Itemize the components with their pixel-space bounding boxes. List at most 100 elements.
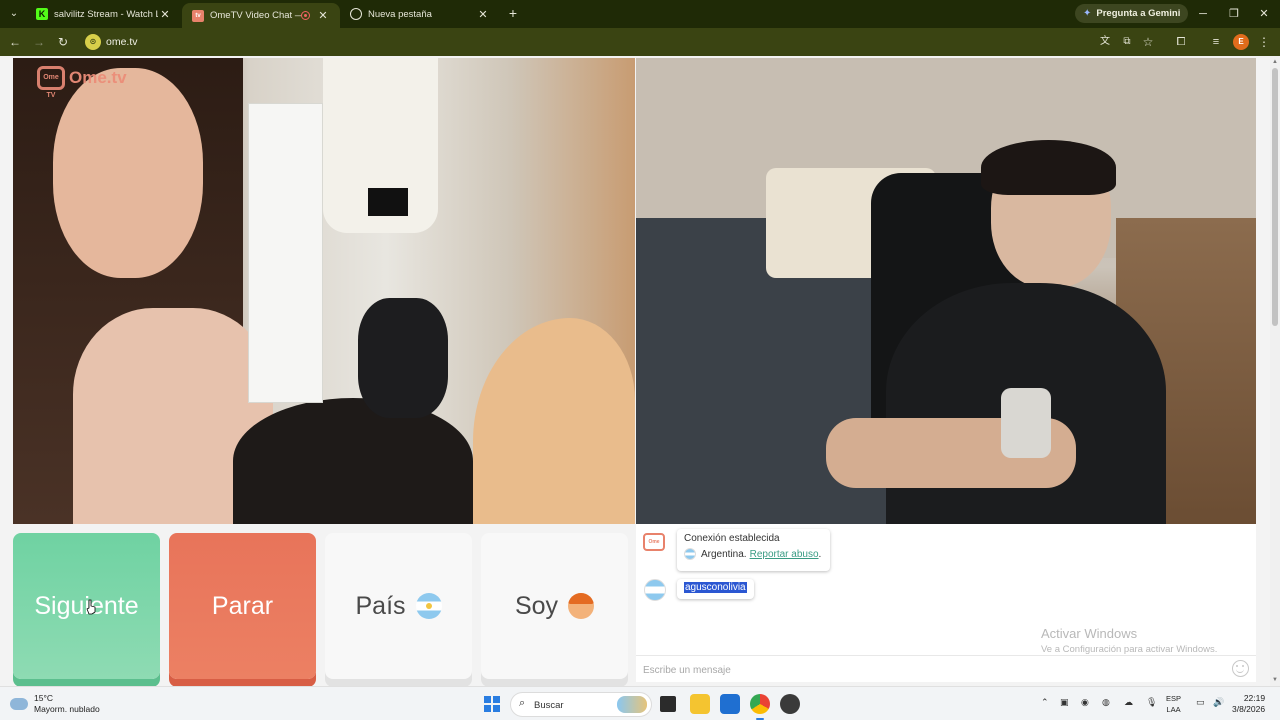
video-figure bbox=[981, 140, 1116, 195]
ometv-chat-icon: Ome bbox=[643, 533, 665, 551]
tab-salvilitz[interactable]: K salvilitz Stream - Watch Live on ✕ bbox=[26, 0, 182, 28]
new-tab-button[interactable]: + bbox=[504, 4, 522, 22]
task-view-icon[interactable] bbox=[660, 696, 676, 712]
windows-taskbar: 15°C Mayorm. nublado ⌕ Buscar ⌃ ▣ ◉ ◍ ☁ … bbox=[0, 686, 1280, 720]
windows-start-icon[interactable] bbox=[484, 696, 500, 712]
cloudy-weather-icon bbox=[10, 698, 28, 710]
report-suffix: . bbox=[818, 548, 822, 560]
weather-widget[interactable]: 15°C Mayorm. nublado bbox=[10, 693, 100, 715]
gemini-label: Pregunta a Gemini bbox=[1096, 8, 1181, 19]
close-tab-icon[interactable]: ✕ bbox=[476, 8, 490, 21]
pais-button[interactable]: País bbox=[325, 533, 472, 679]
tab-title: OmeTV Video Chat — Ome bbox=[210, 10, 301, 21]
clock-time: 22:19 bbox=[1243, 693, 1266, 703]
extensions-icon[interactable]: ⧠ bbox=[1173, 34, 1189, 50]
tab-search-icon[interactable]: ⌄ bbox=[6, 6, 22, 22]
video-figure bbox=[368, 188, 408, 216]
back-arrow-icon[interactable]: ← bbox=[7, 34, 23, 50]
profile-avatar[interactable]: E bbox=[1233, 34, 1249, 50]
chrome-icon[interactable] bbox=[750, 694, 770, 720]
parar-label: Parar bbox=[211, 591, 274, 620]
menu-kebab-icon[interactable]: ⋮ bbox=[1256, 34, 1272, 50]
tab-nueva-pestana[interactable]: Nueva pestaña ✕ bbox=[340, 0, 500, 28]
video-figure bbox=[358, 298, 448, 418]
tab-ometv[interactable]: tv OmeTV Video Chat — Ome ✕ bbox=[182, 3, 340, 28]
emoji-smiley-icon[interactable] bbox=[1232, 660, 1249, 677]
address-bar[interactable]: ome.tv bbox=[106, 36, 138, 48]
browser-tab-strip: ⌄ K salvilitz Stream - Watch Live on ✕ t… bbox=[0, 0, 1280, 28]
country-line: Argentina. Reportar abuso. bbox=[684, 548, 823, 560]
browser-toolbar: ← → ↻ ⊙ ome.tv 文 ⧉ ☆ ⧠ ≡ E ⋮ bbox=[0, 28, 1280, 56]
soy-button[interactable]: Soy bbox=[481, 533, 628, 679]
recording-indicator-icon bbox=[301, 11, 310, 20]
gemini-sparkle-icon: ✦ bbox=[1083, 8, 1092, 19]
ometv-page: Ome TV Ome.tv Siguiente Parar País Soy O… bbox=[0, 56, 1270, 686]
restore-button[interactable]: ❐ bbox=[1218, 0, 1250, 28]
close-window-button[interactable]: ✕ bbox=[1248, 0, 1280, 28]
watermark-title: Activar Windows bbox=[1041, 626, 1138, 641]
reload-icon[interactable]: ↻ bbox=[55, 34, 71, 50]
logo-text: Ome.tv bbox=[69, 68, 127, 87]
weather-desc: Mayorm. nublado bbox=[34, 704, 100, 714]
user-message-text: agusconolivia bbox=[684, 582, 747, 593]
install-app-icon[interactable]: ⧉ bbox=[1119, 34, 1135, 50]
site-info-icon[interactable]: ⊙ bbox=[85, 34, 101, 50]
chat-panel: Ome Conexión establecida Argentina. Repo… bbox=[636, 524, 1256, 682]
report-abuse-link[interactable]: Reportar abuso bbox=[750, 549, 819, 560]
microphone-icon[interactable]: 🎙 bbox=[1146, 697, 1157, 708]
taskbar-search[interactable]: ⌕ Buscar bbox=[510, 692, 652, 717]
tray-steam-icon[interactable]: ◍ bbox=[1102, 697, 1110, 708]
search-label: Buscar bbox=[534, 700, 564, 711]
argentina-flag-icon bbox=[644, 579, 666, 601]
input-language[interactable]: ESP LAA bbox=[1166, 693, 1181, 715]
taskbar-clock[interactable]: 22:19 3/8/2026 bbox=[1232, 693, 1265, 715]
video-figure bbox=[473, 318, 635, 524]
message-input[interactable] bbox=[643, 662, 1223, 678]
forward-arrow-icon[interactable]: → bbox=[31, 34, 47, 50]
tray-discord-icon[interactable]: ◉ bbox=[1081, 697, 1089, 708]
watermark-subtitle: Ve a Configuración para activar Windows. bbox=[1041, 644, 1218, 655]
clock-date: 3/8/2026 bbox=[1232, 704, 1266, 714]
scroll-down-icon[interactable]: ▼ bbox=[1271, 676, 1279, 684]
show-hidden-icons-icon[interactable]: ⌃ bbox=[1041, 697, 1049, 708]
tab-title: salvilitz Stream - Watch Live on bbox=[54, 8, 158, 20]
scroll-up-icon[interactable]: ▲ bbox=[1271, 58, 1279, 66]
monitor-icon[interactable]: ▭ bbox=[1196, 697, 1205, 708]
close-tab-icon[interactable]: ✕ bbox=[316, 9, 330, 22]
media-controls-icon[interactable]: ≡ bbox=[1208, 34, 1224, 50]
translate-icon[interactable]: 文 bbox=[1097, 34, 1113, 50]
ime-layout: LAA bbox=[1166, 705, 1181, 714]
tray-app-icon[interactable]: ▣ bbox=[1060, 697, 1069, 708]
activate-windows-watermark: Activar Windows Ve a Configuración para … bbox=[1041, 626, 1217, 655]
hand-cursor-icon bbox=[86, 599, 96, 615]
page-scrollbar[interactable]: ▲ ▼ bbox=[1270, 56, 1280, 686]
video-figure bbox=[248, 103, 323, 403]
soy-label: Soy bbox=[514, 591, 559, 620]
search-highlight-icon bbox=[617, 696, 647, 713]
ometv-logo: Ome TV Ome.tv bbox=[37, 66, 127, 99]
video-figure bbox=[53, 68, 203, 278]
tab-title: Nueva pestaña bbox=[368, 8, 432, 20]
minimize-button[interactable]: ─ bbox=[1187, 0, 1219, 28]
scrollbar-thumb[interactable] bbox=[1272, 68, 1278, 326]
obs-icon[interactable] bbox=[780, 694, 800, 714]
close-tab-icon[interactable]: ✕ bbox=[158, 8, 172, 21]
gemini-button[interactable]: ✦ Pregunta a Gemini bbox=[1075, 4, 1189, 23]
self-video bbox=[636, 58, 1256, 524]
connection-status: Conexión establecida bbox=[684, 533, 780, 544]
bookmark-star-icon[interactable]: ☆ bbox=[1140, 34, 1156, 50]
pais-label: País bbox=[355, 591, 406, 620]
tv-logo-icon: Ome TV bbox=[37, 66, 65, 99]
user-message: agusconolivia bbox=[677, 579, 754, 599]
file-explorer-icon[interactable] bbox=[690, 694, 710, 714]
volume-icon[interactable]: 🔊 bbox=[1213, 697, 1224, 708]
system-message: Conexión establecida Argentina. Reportar… bbox=[677, 529, 830, 571]
country-name: Argentina. bbox=[701, 548, 747, 560]
argentina-flag-icon bbox=[684, 548, 696, 560]
stranger-video: Ome TV Ome.tv bbox=[13, 58, 635, 524]
tray-cloud-icon[interactable]: ☁ bbox=[1124, 697, 1133, 708]
kick-favicon-icon: K bbox=[36, 8, 48, 20]
boy-emoji-icon bbox=[568, 593, 595, 619]
parar-button[interactable]: Parar bbox=[169, 533, 316, 679]
microsoft-store-icon[interactable] bbox=[720, 694, 740, 714]
